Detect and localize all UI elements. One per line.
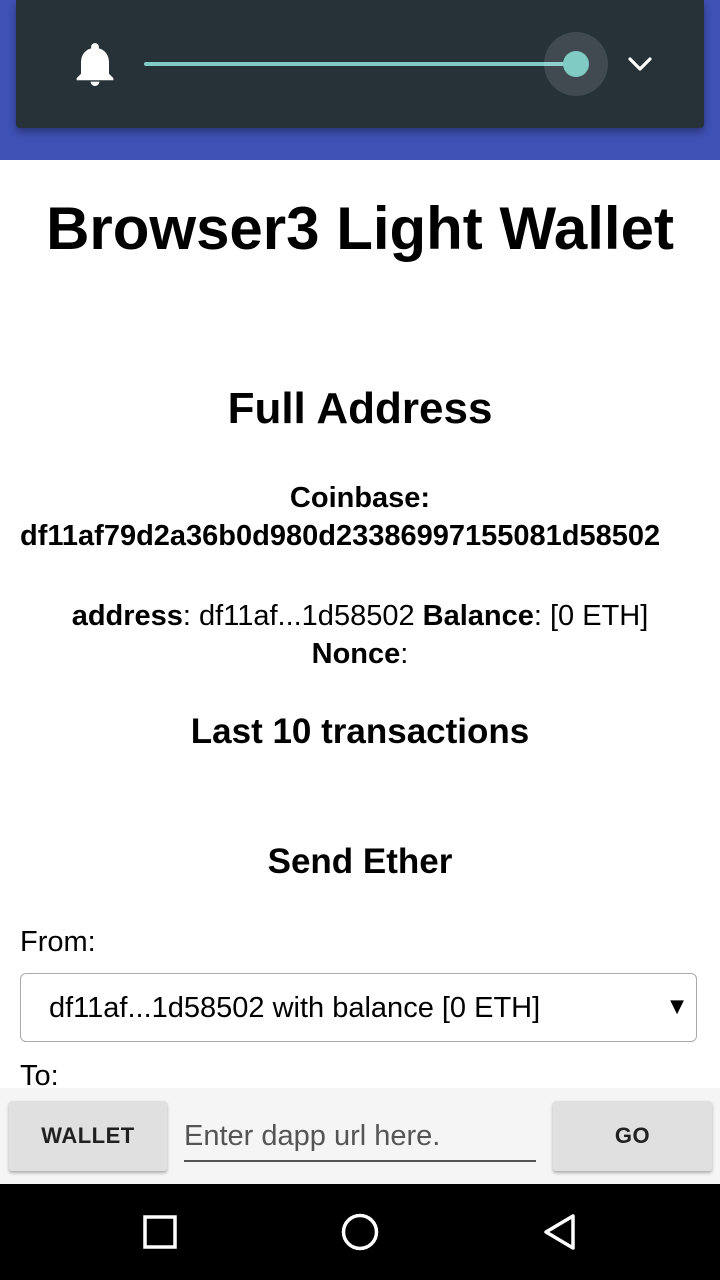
triangle-back-icon[interactable] bbox=[540, 1212, 580, 1252]
from-account-select[interactable]: df11af...1d58502 with balance [0 ETH] ▼ bbox=[20, 973, 697, 1042]
to-label: To: bbox=[20, 1060, 59, 1088]
from-account-selected: df11af...1d58502 with balance [0 ETH] bbox=[49, 992, 541, 1024]
coinbase-value: df11af79d2a36b0d980d23386997155081d58502 bbox=[20, 520, 661, 552]
page-title: Browser3 Light Wallet bbox=[46, 195, 674, 262]
address-label: address bbox=[71, 600, 183, 632]
nonce-line: Nonce: bbox=[0, 638, 720, 671]
full-address-heading: Full Address bbox=[227, 384, 493, 433]
circle-icon[interactable] bbox=[340, 1212, 380, 1252]
system-nav-bar bbox=[0, 1184, 720, 1280]
square-icon[interactable] bbox=[140, 1212, 180, 1252]
chevron-down-icon[interactable] bbox=[626, 54, 654, 74]
dropdown-arrow-icon: ▼ bbox=[670, 996, 684, 1017]
nonce-label: Nonce bbox=[311, 638, 401, 670]
last-transactions-heading: Last 10 transactions bbox=[190, 712, 530, 751]
dapp-url-input[interactable] bbox=[184, 1112, 536, 1162]
wallet-content: Browser3 Light Wallet Full Address Coinb… bbox=[0, 160, 720, 1088]
address-line: address: df11af...1d58502 Balance: [0 ET… bbox=[0, 600, 720, 633]
coinbase-label: Coinbase: bbox=[289, 482, 431, 514]
volume-panel bbox=[16, 0, 704, 128]
go-button[interactable]: GO bbox=[553, 1101, 712, 1171]
balance-value: : [0 ETH] bbox=[533, 600, 649, 632]
from-label: From: bbox=[20, 926, 96, 958]
nonce-value: : bbox=[400, 638, 409, 670]
volume-slider-track[interactable] bbox=[144, 62, 575, 66]
browser-bottom-bar: WALLET GO bbox=[0, 1088, 720, 1184]
bell-icon[interactable] bbox=[74, 42, 116, 88]
wallet-button[interactable]: WALLET bbox=[9, 1101, 167, 1171]
send-ether-heading: Send Ether bbox=[267, 842, 453, 881]
volume-slider-thumb[interactable] bbox=[563, 51, 589, 77]
address-value: : df11af...1d58502 bbox=[182, 600, 423, 632]
balance-label: Balance bbox=[422, 600, 534, 632]
